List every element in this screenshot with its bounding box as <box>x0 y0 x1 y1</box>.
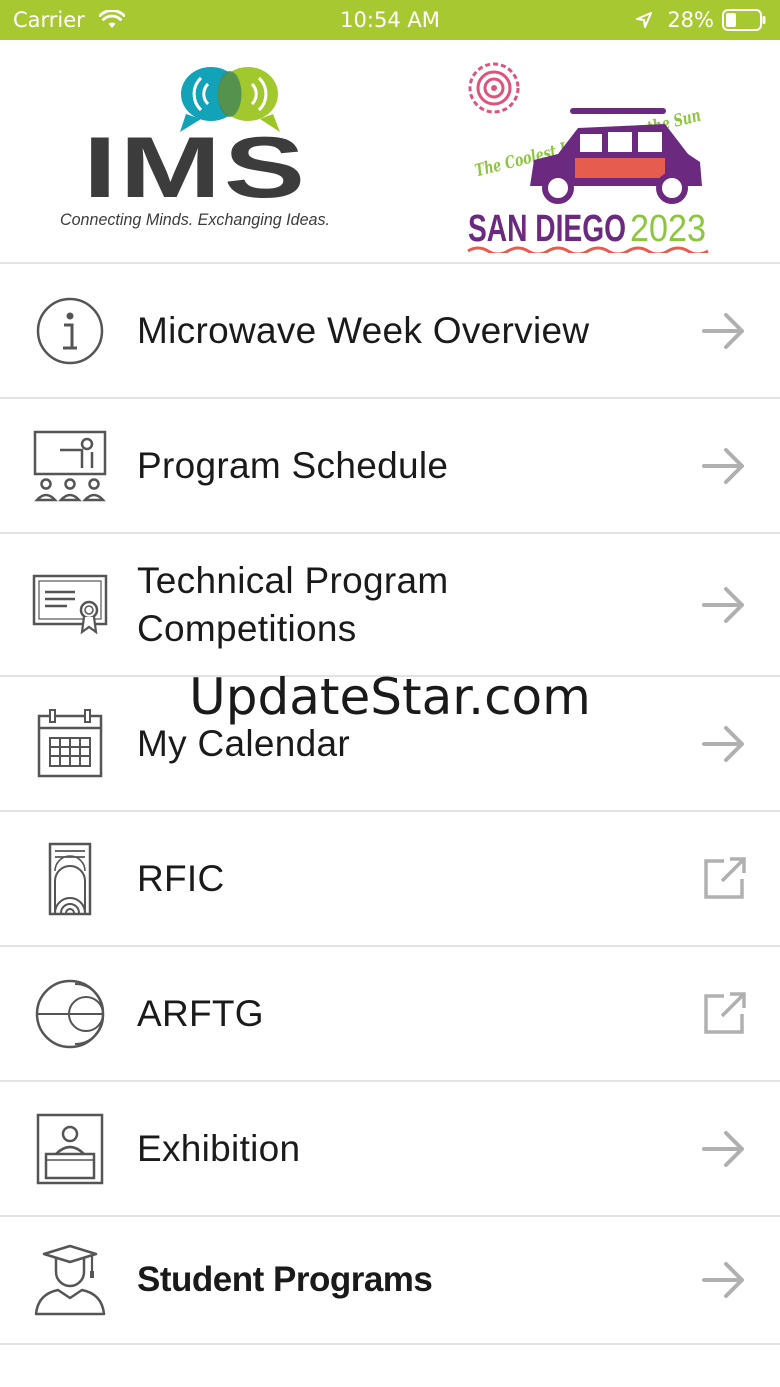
status-right: 28% <box>635 8 766 32</box>
app-header: IMS Connecting Minds. Exchanging Ideas. … <box>0 40 780 262</box>
certificate-icon <box>30 565 110 645</box>
graduate-icon <box>30 1240 110 1320</box>
san-diego-2023-logo: The Coolest Ideas Under the Sun SAN DIEG… <box>467 62 709 253</box>
calendar-icon <box>30 704 110 784</box>
external-link-icon <box>704 991 746 1034</box>
event-city: SAN DIEGO <box>468 208 626 250</box>
menu-item-label: Exhibition <box>137 1127 301 1169</box>
presentation-icon <box>30 426 110 506</box>
rfic-icon <box>30 839 110 919</box>
ims-logo: IMS Connecting Minds. Exchanging Ideas. <box>60 67 330 229</box>
external-link-icon <box>704 856 746 899</box>
menu-item-microwave-week-overview[interactable]: Microwave Week Overview <box>0 264 780 399</box>
location-arrow-icon <box>636 12 653 28</box>
menu-item-program-schedule[interactable]: Program Schedule <box>0 399 780 534</box>
info-icon <box>30 291 110 371</box>
smith-chart-icon <box>30 974 110 1054</box>
ims-tagline: Connecting Minds. Exchanging Ideas. <box>60 210 330 229</box>
menu-item-exhibition[interactable]: Exhibition <box>0 1082 780 1217</box>
menu-item-label: Microwave Week Overview <box>137 309 590 351</box>
menu-item-label: Technical Program Competitions <box>137 559 449 649</box>
menu-item-label: RFIC <box>137 857 225 899</box>
ims-wordmark: IMS <box>83 120 308 216</box>
main-menu: Microwave Week Overview Program Schedule <box>0 262 780 1345</box>
arrow-right-icon <box>702 312 744 349</box>
menu-item-technical-program-competitions[interactable]: Technical Program Competitions <box>0 534 780 677</box>
arrow-right-icon <box>702 447 744 484</box>
arrow-right-icon <box>702 725 744 762</box>
menu-item-arftg[interactable]: ARFTG <box>0 947 780 1082</box>
sun-icon <box>468 62 520 114</box>
menu-item-my-calendar[interactable]: My Calendar <box>0 677 780 812</box>
menu-item-label: My Calendar <box>137 722 351 764</box>
exhibitor-booth-icon <box>30 1109 110 1189</box>
battery-icon <box>722 9 766 31</box>
status-bar: Carrier 10:54 AM 28% <box>0 0 780 40</box>
menu-item-label: Program Schedule <box>137 444 449 486</box>
menu-item-rfic[interactable]: RFIC <box>0 812 780 947</box>
battery-percent: 28% <box>667 8 714 32</box>
menu-item-student-programs[interactable]: Student Programs <box>0 1217 780 1345</box>
event-year: 2023 <box>630 208 706 250</box>
arrow-right-icon <box>702 1262 744 1298</box>
menu-item-label: Student Programs <box>137 1260 433 1299</box>
arrow-right-icon <box>702 1130 744 1167</box>
arrow-right-icon <box>702 586 744 623</box>
menu-item-label: ARFTG <box>137 992 264 1034</box>
